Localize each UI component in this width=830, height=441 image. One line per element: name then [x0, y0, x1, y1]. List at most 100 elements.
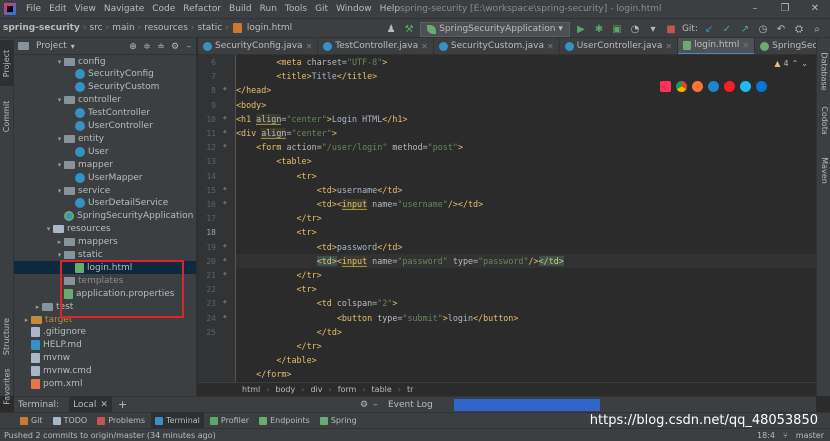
- tree-item[interactable]: mvnw.cmd: [14, 365, 196, 378]
- git-push-icon[interactable]: ↗: [738, 22, 752, 36]
- crumb-login-html[interactable]: login.html: [244, 23, 295, 33]
- hide-icon[interactable]: –: [184, 42, 194, 52]
- close-icon[interactable]: ✕: [800, 0, 830, 18]
- collapse-all-icon[interactable]: ≐: [156, 42, 166, 52]
- breadcrumb-item[interactable]: html: [242, 385, 260, 394]
- code-line[interactable]: <td>username</td>: [236, 183, 816, 197]
- code-line[interactable]: <body>: [236, 98, 816, 112]
- editor-tab[interactable]: SecurityCustom.java ✕: [434, 38, 560, 54]
- expand-all-icon[interactable]: ≑: [142, 42, 152, 52]
- breadcrumb-item[interactable]: div: [310, 385, 322, 394]
- menu-code[interactable]: Code: [148, 0, 179, 18]
- close-icon[interactable]: ✕: [665, 42, 672, 51]
- tool-tab-database[interactable]: Database: [817, 46, 830, 96]
- chevron-down-icon[interactable]: ▾: [55, 96, 64, 104]
- profiler-icon[interactable]: ◔: [628, 22, 642, 36]
- tool-tab-favorites[interactable]: Favorites: [0, 360, 14, 412]
- crumb-resources[interactable]: resources: [141, 23, 191, 33]
- menu-refactor[interactable]: Refactor: [179, 0, 225, 18]
- tool-tab-project[interactable]: Project: [0, 40, 14, 86]
- edge-icon[interactable]: [756, 81, 767, 92]
- tree-item[interactable]: SecurityCustom: [14, 81, 196, 94]
- crumb-src[interactable]: src: [86, 23, 105, 33]
- run-icon[interactable]: ▶: [574, 22, 588, 36]
- chevron-down-icon[interactable]: ▾: [55, 161, 64, 169]
- tree-item[interactable]: UserMapper: [14, 171, 196, 184]
- tool-tab-codota[interactable]: Codota: [817, 100, 830, 140]
- code-line[interactable]: <td colspan="2">: [236, 296, 816, 310]
- tree-item[interactable]: TestController: [14, 107, 196, 120]
- tree-item[interactable]: ▸ test: [14, 300, 196, 313]
- tree-item[interactable]: ▾ static: [14, 249, 196, 262]
- add-terminal-button[interactable]: +: [118, 398, 127, 411]
- crumb-project[interactable]: spring-security: [0, 23, 83, 33]
- editor-tab[interactable]: SpringSecurityApplication✕: [755, 38, 816, 54]
- tree-item[interactable]: pom.xml: [14, 378, 196, 391]
- fold-marker-icon[interactable]: ◆: [223, 243, 227, 249]
- code-line[interactable]: <button type="submit">login</button>: [236, 311, 816, 325]
- search-icon[interactable]: ⌕: [810, 22, 824, 36]
- code-line[interactable]: </td>: [236, 325, 816, 339]
- code-line[interactable]: <form action="/user/login" method="post"…: [236, 140, 816, 154]
- menu-navigate[interactable]: Navigate: [100, 0, 148, 18]
- project-panel-title[interactable]: Project: [36, 41, 67, 51]
- stop-icon[interactable]: ■: [664, 22, 678, 36]
- close-icon[interactable]: ✕: [742, 41, 749, 50]
- tool-tab-maven[interactable]: Maven: [817, 150, 830, 190]
- editor-tab[interactable]: SecurityConfig.java ✕: [198, 38, 319, 54]
- history-icon[interactable]: ◷: [756, 22, 770, 36]
- code-line[interactable]: <tr>: [236, 169, 816, 183]
- menu-file[interactable]: File: [22, 0, 45, 18]
- coverage-icon[interactable]: ▣: [610, 22, 624, 36]
- user-icon[interactable]: ♟: [384, 22, 398, 36]
- tree-item[interactable]: ▾ entity: [14, 132, 196, 145]
- inspection-widget[interactable]: ▲ 4 ⌃ ⌄: [774, 59, 808, 68]
- close-icon[interactable]: ✕: [421, 42, 428, 51]
- breadcrumb-item[interactable]: body: [275, 385, 295, 394]
- intellij-browser-icon[interactable]: [660, 81, 671, 92]
- ie-icon[interactable]: [740, 81, 751, 92]
- tool-tab-structure[interactable]: Structure: [0, 310, 14, 362]
- tool-window-todo[interactable]: TODO: [49, 413, 92, 429]
- menu-tools[interactable]: Tools: [281, 0, 311, 18]
- crumb-static[interactable]: static: [195, 23, 226, 33]
- tree-item[interactable]: UserDetailService: [14, 197, 196, 210]
- debug-icon[interactable]: ✱: [592, 22, 606, 36]
- chevron-right-icon[interactable]: ▸: [33, 303, 42, 311]
- chevron-up-icon[interactable]: ⌃: [792, 59, 799, 68]
- tree-item[interactable]: mvnw: [14, 352, 196, 365]
- code-line[interactable]: <tr>: [236, 225, 816, 239]
- maximize-icon[interactable]: ❐: [770, 0, 800, 18]
- editor-tab[interactable]: UserController.java ✕: [560, 38, 679, 54]
- breadcrumb-item[interactable]: form: [338, 385, 357, 394]
- menu-window[interactable]: Window: [332, 0, 376, 18]
- fold-marker-icon[interactable]: ◆: [223, 271, 227, 277]
- tree-item[interactable]: SpringSecurityApplication: [14, 210, 196, 223]
- code-line[interactable]: <td>password</td>: [236, 240, 816, 254]
- fold-marker-icon[interactable]: ◆: [223, 200, 227, 206]
- tree-item[interactable]: application.properties: [14, 287, 196, 300]
- code-line[interactable]: <tr>: [236, 282, 816, 296]
- menu-edit[interactable]: Edit: [45, 0, 70, 18]
- git-update-icon[interactable]: ↙: [702, 22, 716, 36]
- chevron-down-icon[interactable]: ▾: [71, 42, 75, 51]
- fold-marker-icon[interactable]: ◆: [223, 115, 227, 121]
- gear-icon[interactable]: ⚙: [170, 42, 180, 52]
- code-line[interactable]: </tr>: [236, 211, 816, 225]
- tree-item[interactable]: User: [14, 145, 196, 158]
- fold-marker-icon[interactable]: ◆: [223, 186, 227, 192]
- breadcrumb-item[interactable]: table: [372, 385, 392, 394]
- git-commit-icon[interactable]: ✓: [720, 22, 734, 36]
- tool-window-terminal[interactable]: Terminal: [151, 412, 204, 429]
- code-line[interactable]: <td><input name="username"/></td>: [236, 197, 816, 211]
- locate-icon[interactable]: ⊕: [128, 42, 138, 52]
- chevron-down-icon[interactable]: ▾: [55, 251, 64, 259]
- terminal-tab-local[interactable]: Local ✕: [69, 396, 112, 413]
- tree-item[interactable]: ▾ mapper: [14, 158, 196, 171]
- tree-item[interactable]: ▸ mappers: [14, 236, 196, 249]
- chevron-down-icon[interactable]: ▾: [44, 225, 53, 233]
- tree-item[interactable]: login.html: [14, 261, 196, 275]
- safari-icon[interactable]: [708, 81, 719, 92]
- chevron-down-icon[interactable]: ▾: [55, 135, 64, 143]
- code-line[interactable]: </table>: [236, 353, 816, 367]
